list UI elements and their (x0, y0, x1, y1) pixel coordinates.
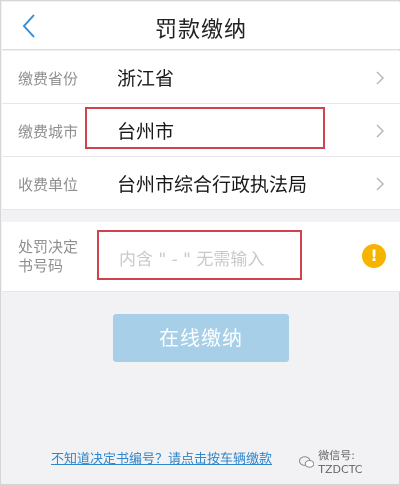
decision-number-label: 处罚决定书号码 (18, 238, 79, 275)
page-title: 罚款缴纳 (154, 18, 247, 43)
section-gap (2, 210, 400, 222)
watermark-text: 微信号: TZDCTC (318, 449, 363, 476)
pay-by-vehicle-link[interactable]: 不知道决定书编号？请点击按车辆缴款 (51, 448, 272, 467)
warning-icon[interactable]: ! (362, 244, 386, 268)
watermark: 微信号: TZDCTC (299, 447, 399, 476)
collector-label: 收费单位 (18, 176, 79, 194)
province-value: 浙江省 (117, 68, 175, 90)
wechat-icon (299, 455, 315, 468)
collector-row[interactable]: 收费单位 台州市综合行政执法局 (2, 157, 400, 210)
screen: 罚款缴纳 缴费省份 浙江省 缴费城市 台州市 收费单位 台州市综合行政执法局 处… (0, 0, 400, 485)
province-row[interactable]: 缴费省份 浙江省 (2, 51, 400, 104)
pay-online-button[interactable]: 在线缴纳 (113, 314, 289, 362)
decision-number-input[interactable]: 内含 " - " 无需输入 (97, 230, 302, 280)
nav-bar: 罚款缴纳 (2, 2, 400, 50)
decision-number-row: 处罚决定书号码 内含 " - " 无需输入 ! (2, 222, 400, 292)
collector-value: 台州市综合行政执法局 (117, 174, 308, 196)
city-label: 缴费城市 (18, 123, 79, 141)
highlight-frame (85, 107, 325, 149)
payment-form: 缴费省份 浙江省 缴费城市 台州市 收费单位 台州市综合行政执法局 处罚决定书号… (2, 51, 400, 292)
chevron-right-icon (376, 71, 385, 85)
chevron-right-icon (376, 177, 385, 191)
province-label: 缴费省份 (18, 70, 79, 88)
chevron-right-icon (376, 124, 385, 138)
